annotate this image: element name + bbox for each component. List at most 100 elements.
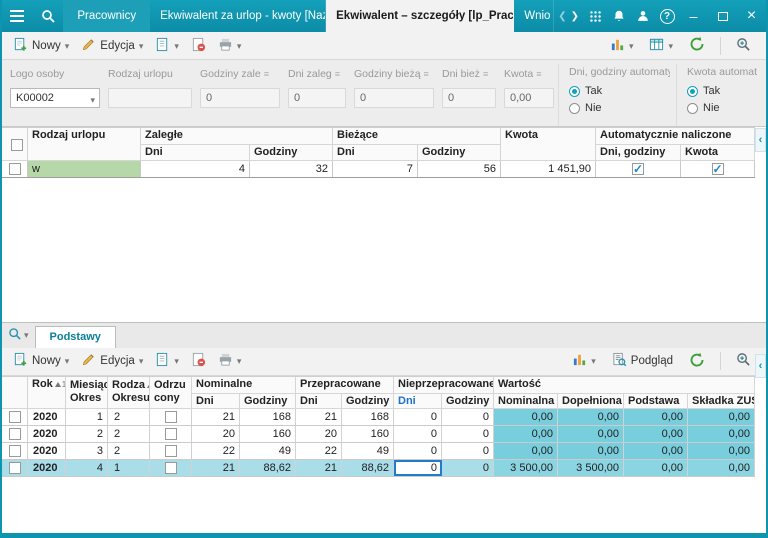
column-header-przepracowane-godziny[interactable]: Godziny [342, 394, 394, 409]
cell-nominalne-godziny[interactable]: 160 [240, 426, 296, 442]
column-header-nominalne-dni[interactable]: Dni [192, 394, 240, 409]
cell-odrzucony[interactable] [150, 409, 192, 425]
nowy-button[interactable]: Nowy [8, 350, 74, 372]
edycja-button[interactable]: Edycja [76, 35, 148, 57]
user-icon[interactable] [631, 0, 655, 32]
kwota-input[interactable]: 0,00 [504, 88, 554, 108]
field-menu-icon[interactable] [536, 69, 541, 79]
cell-miesiac[interactable]: 3 [66, 443, 108, 459]
cell-nieprzepracowane-godziny[interactable]: 0 [442, 409, 494, 425]
cell-nieprzepracowane-dni-focused[interactable]: 0 [394, 460, 442, 476]
cell-wartosc-podstawa[interactable]: 0,00 [624, 460, 688, 476]
row-checkbox[interactable] [9, 445, 21, 457]
cell-biezace-godziny[interactable]: 56 [418, 161, 501, 177]
cell-rodzaj-okresu[interactable]: 1 [108, 460, 150, 476]
close-button[interactable] [737, 0, 766, 32]
radio-option-nie[interactable]: Nie [687, 102, 766, 114]
delete-button[interactable] [186, 350, 211, 372]
column-header-auto-kwota[interactable]: Kwota [681, 145, 755, 161]
column-header-miesiac-okres[interactable]: Miesiąc/2Okres [66, 377, 108, 409]
cell-wartosc-nominalna[interactable]: 0,00 [494, 409, 558, 425]
cell-wartosc-podstawa[interactable]: 0,00 [624, 443, 688, 459]
row-checkbox-cell[interactable] [2, 161, 28, 177]
cell-wartosc-dopelniona[interactable]: 0,00 [558, 443, 624, 459]
cell-kwota[interactable]: 1 451,90 [501, 161, 596, 177]
column-header-rok[interactable]: Rok1 [28, 377, 66, 409]
checkbox[interactable] [165, 411, 177, 423]
podglad-button[interactable]: Podgląd [607, 350, 678, 372]
row-checkbox[interactable] [9, 163, 21, 175]
cell-nominalne-dni[interactable]: 21 [192, 409, 240, 425]
godziny-biezace-input[interactable]: 0 [354, 88, 434, 108]
cell-nominalne-dni[interactable]: 21 [192, 460, 240, 476]
column-header-podstawa[interactable]: Podstawa [624, 394, 688, 409]
menu-icon[interactable] [2, 0, 33, 32]
cell-nieprzepracowane-dni[interactable]: 0 [394, 409, 442, 425]
radio-icon[interactable] [569, 103, 580, 114]
row-checkbox-cell[interactable] [2, 443, 28, 459]
column-header-auto-dni-godziny[interactable]: Dni, godziny [596, 145, 681, 161]
column-header-rodzaj-urlopu[interactable]: Rodzaj urlopu [28, 128, 141, 161]
cell-wartosc-dopelniona[interactable]: 0,00 [558, 409, 624, 425]
cell-nieprzepracowane-godziny[interactable]: 0 [442, 443, 494, 459]
radio-option-nie[interactable]: Nie [569, 102, 670, 114]
apps-grid-icon[interactable] [583, 0, 607, 32]
zoom-search-button[interactable] [731, 350, 756, 372]
cell-rok[interactable]: 2020 [28, 409, 66, 425]
cell-rodzaj-urlopu[interactable]: w [28, 161, 141, 177]
tab-podstawy[interactable]: Podstawy [35, 326, 116, 348]
row-checkbox-cell[interactable] [2, 460, 28, 476]
cell-nieprzepracowane-godziny[interactable]: 0 [442, 460, 494, 476]
edycja-button[interactable]: Edycja [76, 350, 148, 372]
table-row[interactable]: 2020 3 2 22 49 22 49 0 0 0,00 0,00 0,00 … [2, 443, 755, 460]
column-group-nieprzepracowane[interactable]: Nieprzepracowane [394, 377, 494, 394]
rodzaj-urlopu-input[interactable] [108, 88, 192, 108]
refresh-button[interactable] [684, 350, 710, 373]
cell-rodzaj-okresu[interactable]: 2 [108, 443, 150, 459]
column-header-skladka-zus[interactable]: Składka ZUS [688, 394, 755, 409]
table-row[interactable]: 2020 2 2 20 160 20 160 0 0 0,00 0,00 0,0… [2, 426, 755, 443]
cell-miesiac[interactable]: 4 [66, 460, 108, 476]
checkbox[interactable] [165, 462, 177, 474]
cell-wartosc-nominalna[interactable]: 0,00 [494, 443, 558, 459]
table-row-selected[interactable]: 2020 4 1 21 88,62 21 88,62 0 0 3 500,00 … [2, 460, 755, 477]
cell-zalegle-godziny[interactable]: 32 [250, 161, 333, 177]
cell-auto-kwota[interactable] [681, 161, 755, 177]
column-header-nieprzepracowane-godziny[interactable]: Godziny [442, 394, 494, 409]
dni-biezace-input[interactable]: 0 [442, 88, 496, 108]
search-icon[interactable] [33, 0, 64, 32]
cell-wartosc-dopelniona[interactable]: 0,00 [558, 426, 624, 442]
cell-wartosc-podstawa[interactable]: 0,00 [624, 426, 688, 442]
collapse-panel-icon[interactable]: ‹ [755, 354, 766, 378]
cell-przepracowane-dni[interactable]: 20 [296, 426, 342, 442]
row-checkbox-cell[interactable] [2, 409, 28, 425]
select-all-checkbox[interactable] [11, 139, 23, 151]
tab-ekwiwalent-szczegoly[interactable]: Ekwiwalent – szczegóły [lp_PracE [326, 0, 514, 32]
cell-nominalne-dni[interactable]: 20 [192, 426, 240, 442]
cell-auto-dni-godziny[interactable] [596, 161, 681, 177]
cell-przepracowane-dni[interactable]: 22 [296, 443, 342, 459]
cell-rok[interactable]: 2020 [28, 460, 66, 476]
table-row[interactable]: w 4 32 7 56 1 451,90 [2, 161, 755, 178]
checkbox[interactable] [632, 163, 644, 175]
cell-nieprzepracowane-godziny[interactable]: 0 [442, 426, 494, 442]
column-header-rodzaj-okresu[interactable]: Rodza3Okresu [108, 377, 150, 409]
cell-przepracowane-godziny[interactable]: 168 [342, 409, 394, 425]
cell-miesiac[interactable]: 2 [66, 426, 108, 442]
cell-wartosc-dopelniona[interactable]: 3 500,00 [558, 460, 624, 476]
godziny-zalegle-input[interactable]: 0 [200, 88, 280, 108]
cell-przepracowane-dni[interactable]: 21 [296, 460, 342, 476]
column-header-odrzucony[interactable]: Odrzucony [150, 377, 192, 409]
row-checkbox-cell[interactable] [2, 426, 28, 442]
maximize-button[interactable] [708, 0, 737, 32]
chart-button[interactable] [605, 35, 639, 57]
cell-odrzucony[interactable] [150, 426, 192, 442]
column-header-biezace-dni[interactable]: Dni [333, 145, 418, 161]
cell-wartosc-skladka-zus[interactable]: 0,00 [688, 409, 755, 425]
collapse-panel-icon[interactable]: ‹ [755, 128, 766, 152]
chart-button[interactable] [567, 350, 601, 372]
zoom-search-button[interactable] [731, 35, 756, 57]
tab-scroll-left-icon[interactable]: ❮ [558, 11, 566, 22]
column-group-biezace[interactable]: Bieżące [333, 128, 501, 145]
cell-wartosc-skladka-zus[interactable]: 0,00 [688, 460, 755, 476]
